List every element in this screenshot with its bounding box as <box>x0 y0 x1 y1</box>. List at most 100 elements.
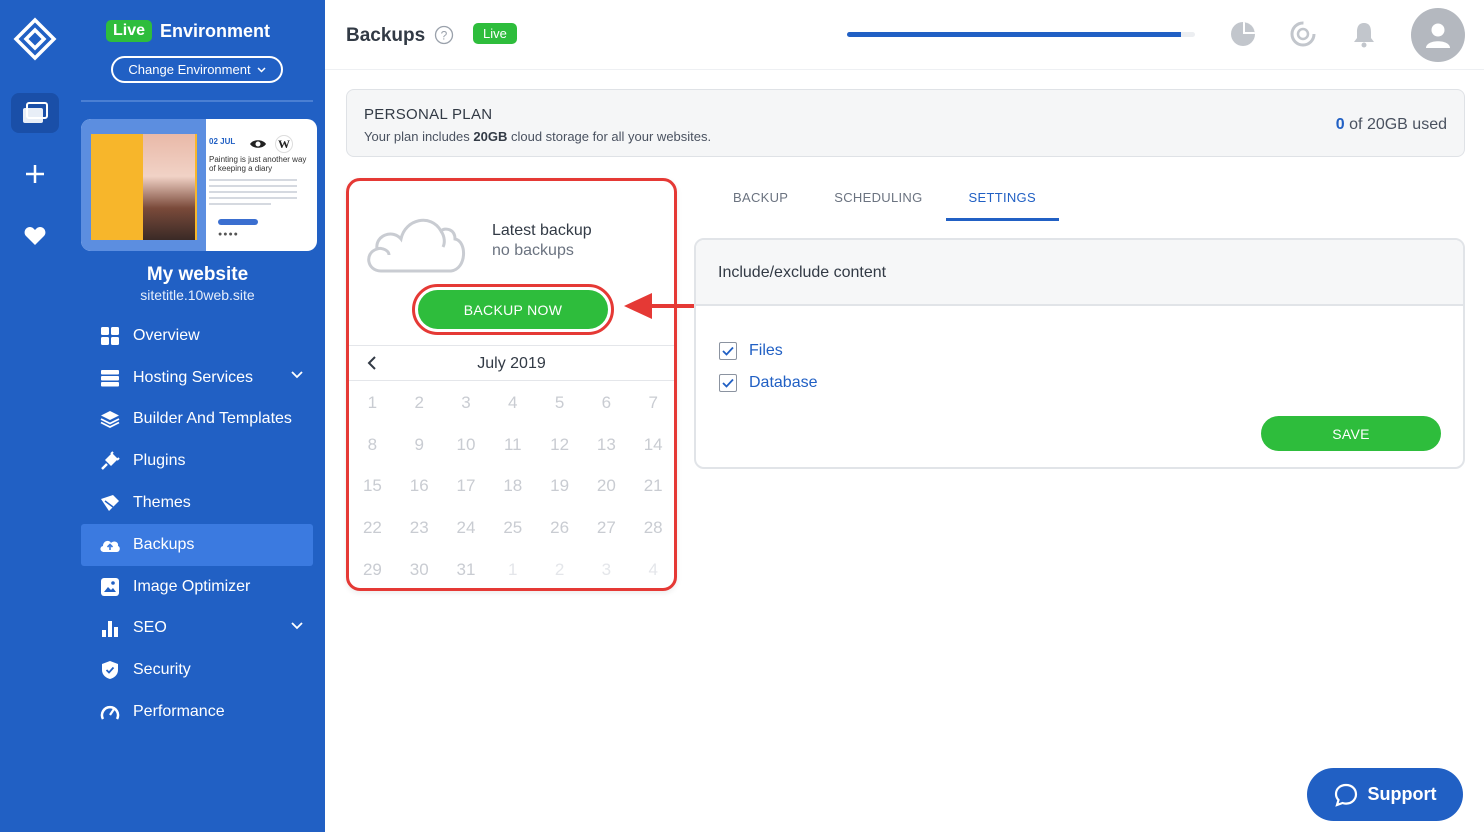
files-checkbox[interactable] <box>719 342 737 360</box>
settings-panel-header: Include/exclude content <box>696 240 1463 306</box>
checkmark-icon <box>722 346 734 356</box>
tab-scheduling[interactable]: SCHEDULING <box>811 184 945 218</box>
sidebar-item-label: Backups <box>133 535 195 553</box>
website-preview-thumbnail[interactable]: 02 JUL W Painting is just another way of… <box>81 119 317 251</box>
sidebar-item-label: Security <box>133 661 191 679</box>
sidebar-item-label: SEO <box>133 619 167 637</box>
page-title: Backups <box>346 25 426 46</box>
calendar-day[interactable]: 4 <box>489 382 536 424</box>
calendar-day[interactable]: 1 <box>349 382 396 424</box>
sidebar-divider <box>81 100 313 102</box>
files-label[interactable]: Files <box>749 342 783 360</box>
plan-desc-bold: 20GB <box>473 129 508 144</box>
calendar-day[interactable]: 26 <box>536 507 583 549</box>
calendar-day[interactable]: 29 <box>349 549 396 588</box>
calendar-day[interactable]: 15 <box>349 466 396 508</box>
sidebar-item-performance[interactable]: Performance <box>81 691 313 733</box>
sidebar-item-label: Performance <box>133 703 225 721</box>
websites-icon[interactable] <box>11 93 59 133</box>
calendar-day[interactable]: 9 <box>396 424 443 466</box>
calendar-day[interactable]: 23 <box>396 507 443 549</box>
calendar-day[interactable]: 11 <box>489 424 536 466</box>
wordpress-icon[interactable]: W <box>275 135 293 153</box>
calendar-day[interactable]: 20 <box>583 466 630 508</box>
calendar-day[interactable]: 24 <box>443 507 490 549</box>
calendar-day[interactable]: 16 <box>396 466 443 508</box>
chevron-down-icon[interactable] <box>291 371 303 379</box>
storage-used: 0 of 20GB used <box>1336 116 1447 134</box>
chevron-down-icon[interactable] <box>291 621 303 630</box>
save-button[interactable]: SAVE <box>1261 416 1441 451</box>
site-name: My website <box>146 264 249 285</box>
database-option[interactable]: Database <box>719 374 818 392</box>
sidebar-item-security[interactable]: Security <box>81 649 313 691</box>
calendar-day[interactable]: 2 <box>396 382 443 424</box>
heart-icon[interactable] <box>11 216 59 256</box>
tab-settings[interactable]: SETTINGS <box>945 184 1060 221</box>
image-icon <box>99 576 121 598</box>
plan-description: Your plan includes 20GB cloud storage fo… <box>364 129 711 144</box>
sidebar-item-plugins[interactable]: Plugins <box>81 440 313 482</box>
backup-now-button[interactable]: BACKUP NOW <box>418 290 608 329</box>
plug-icon <box>99 450 121 472</box>
change-environment-button[interactable]: Change Environment <box>111 56 283 83</box>
calendar-day[interactable]: 7 <box>630 382 674 424</box>
calendar-day[interactable]: 10 <box>443 424 490 466</box>
calendar-day[interactable]: 28 <box>630 507 674 549</box>
pie-chart-icon[interactable] <box>1229 20 1257 48</box>
preview-social-icons: ●●●● <box>218 231 239 238</box>
plan-desc-prefix: Your plan includes <box>364 129 474 144</box>
notification-bell-icon[interactable] <box>1352 20 1376 48</box>
sidebar-item-label: Builder And Templates <box>133 410 292 428</box>
user-avatar[interactable] <box>1411 8 1465 62</box>
checkmark-icon <box>722 378 734 388</box>
calendar-day[interactable]: 8 <box>349 424 396 466</box>
sidebar-item-backups[interactable]: Backups <box>81 523 313 566</box>
sidebar-item-image-optimizer[interactable]: Image Optimizer <box>81 566 313 608</box>
calendar-day[interactable]: 30 <box>396 549 443 588</box>
tenweb-logo-icon[interactable] <box>12 16 58 62</box>
calendar-day[interactable]: 31 <box>443 549 490 588</box>
server-icon <box>99 367 121 389</box>
sidebar-item-label: Image Optimizer <box>133 577 251 595</box>
sidebar-item-label: Hosting Services <box>133 368 254 386</box>
calendar-day[interactable]: 6 <box>583 382 630 424</box>
calendar-day[interactable]: 21 <box>630 466 674 508</box>
environment-label: Environment <box>160 20 271 41</box>
sidebar-item-hosting-services[interactable]: Hosting Services <box>81 357 313 399</box>
eye-icon[interactable] <box>249 138 267 150</box>
sidebar-item-seo[interactable]: SEO <box>81 608 313 650</box>
calendar-day[interactable]: 14 <box>630 424 674 466</box>
add-website-icon[interactable] <box>11 154 59 194</box>
help-icon[interactable]: ? <box>434 25 454 45</box>
progress-fill <box>847 32 1182 37</box>
backup-card: Latest backup no backups BACKUP NOW July… <box>346 178 677 591</box>
database-label[interactable]: Database <box>749 374 818 392</box>
sidebar: Live Environment Change Environment 02 J… <box>70 0 325 832</box>
calendar-day[interactable]: 27 <box>583 507 630 549</box>
storage-used-suffix: of 20GB used <box>1344 116 1447 133</box>
calendar-day[interactable]: 25 <box>489 507 536 549</box>
calendar-day[interactable]: 12 <box>536 424 583 466</box>
files-option[interactable]: Files <box>719 342 783 360</box>
backup-now-highlight: BACKUP NOW <box>412 284 614 335</box>
site-url[interactable]: sitetitle.10web.site <box>70 287 325 303</box>
icon-rail <box>0 0 70 832</box>
calendar-day[interactable]: 18 <box>489 466 536 508</box>
database-checkbox[interactable] <box>719 374 737 392</box>
cloud-icon <box>99 534 121 556</box>
settings-panel: Include/exclude content Files Database S… <box>694 238 1465 469</box>
calendar-day[interactable]: 17 <box>443 466 490 508</box>
sidebar-item-themes[interactable]: Themes <box>81 482 313 524</box>
calendar-day[interactable]: 3 <box>443 382 490 424</box>
calendar-day[interactable]: 22 <box>349 507 396 549</box>
support-button[interactable]: Support <box>1307 768 1463 821</box>
change-environment-label: Change Environment <box>128 62 251 77</box>
calendar-day[interactable]: 13 <box>583 424 630 466</box>
refresh-spinner-icon[interactable] <box>1289 20 1317 48</box>
sidebar-item-builder-templates[interactable]: Builder And Templates <box>81 399 313 441</box>
calendar-day[interactable]: 5 <box>536 382 583 424</box>
sidebar-item-overview[interactable]: Overview <box>81 315 313 357</box>
calendar-day[interactable]: 19 <box>536 466 583 508</box>
tab-backup[interactable]: BACKUP <box>710 184 811 218</box>
